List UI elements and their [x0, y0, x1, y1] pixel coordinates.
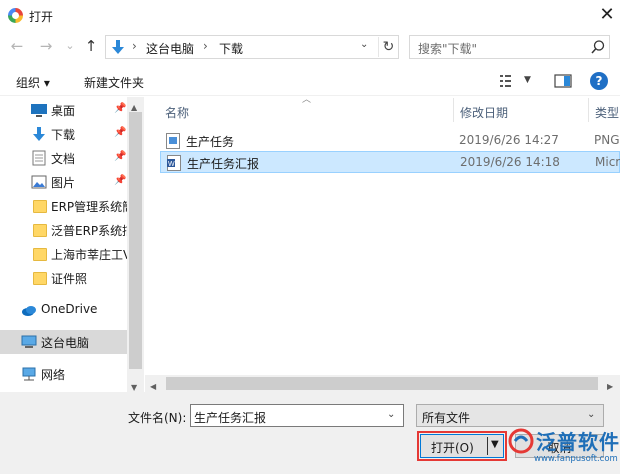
search-placeholder: 搜索"下载"	[418, 42, 478, 56]
sort-ascending-icon: ︿	[302, 95, 312, 105]
scroll-left-arrow[interactable]: ◀	[150, 378, 156, 392]
window-title: 打开	[29, 10, 54, 24]
watermark: 泛普软件 www.fanpusoft.com	[508, 424, 620, 470]
file-date: 2019/6/26 14:27	[459, 133, 559, 147]
file-name: 生产任务	[186, 135, 235, 149]
sidebar-item-label: 网络	[41, 368, 66, 382]
pin-icon: 📌	[114, 127, 127, 138]
column-header-date[interactable]: 修改日期	[460, 104, 508, 130]
sidebar-item-desktop[interactable]: 桌面 📌	[0, 98, 127, 122]
sidebar-item-network[interactable]: 网络	[0, 362, 117, 386]
pin-icon: 📌	[114, 103, 127, 114]
file-row-selected[interactable]: W 生产任务汇报 2019/6/26 14:18 Micr	[160, 151, 620, 173]
file-row[interactable]: 生产任务 2019/6/26 14:27 PNG	[160, 130, 620, 152]
column-divider[interactable]	[453, 98, 454, 122]
document-icon	[32, 150, 46, 166]
download-icon	[33, 127, 45, 141]
title-bar	[0, 0, 620, 32]
pin-icon: 📌	[114, 175, 127, 186]
filename-input[interactable]: 生产任务汇报 ⌄	[190, 404, 404, 427]
scroll-up-arrow[interactable]: ▲	[131, 99, 137, 113]
close-button[interactable]: ✕	[596, 4, 618, 26]
sidebar-item-folder-shanghai[interactable]: 上海市莘庄工V	[0, 242, 127, 266]
breadcrumb-this-pc[interactable]: 这台电脑	[146, 40, 194, 57]
sidebar-scroll-thumb[interactable]	[129, 112, 142, 369]
column-header-type[interactable]: 类型	[595, 104, 619, 130]
watermark-logo-icon	[508, 428, 534, 454]
forward-button[interactable]: →	[37, 36, 55, 56]
highlight-outline	[417, 431, 507, 461]
sidebar-item-folder-fanpu[interactable]: 泛普ERP系统描	[0, 218, 127, 242]
navigation-pane: 桌面 📌 下载 📌 文档 📌 图片 📌 ERP管理系统簡 泛普ERP系统描 上海…	[0, 97, 144, 392]
onedrive-icon	[22, 306, 36, 316]
folder-icon	[33, 248, 47, 261]
picture-icon	[31, 175, 47, 189]
organize-button[interactable]: 组织 ▾	[16, 74, 50, 91]
scroll-down-arrow[interactable]: ▼	[131, 379, 137, 393]
sidebar-item-pictures[interactable]: 图片 📌	[0, 170, 127, 194]
sidebar-item-documents[interactable]: 文档 📌	[0, 146, 127, 170]
sidebar-item-this-pc[interactable]: 这台电脑	[0, 330, 127, 354]
watermark-text: 泛普软件	[536, 430, 620, 454]
file-date: 2019/6/26 14:18	[460, 155, 560, 169]
back-button[interactable]: ←	[8, 36, 26, 56]
folder-icon	[33, 200, 47, 213]
search-icon[interactable]	[590, 39, 606, 55]
sidebar-item-label: 泛普ERP系统描	[51, 224, 127, 238]
view-options-icon[interactable]	[500, 74, 518, 88]
watermark-url: www.fanpusoft.com	[534, 454, 618, 464]
word-file-icon: W	[167, 155, 181, 171]
desktop-icon	[31, 104, 47, 117]
filename-value: 生产任务汇报	[194, 411, 267, 425]
sidebar-item-label: 证件照	[51, 272, 88, 286]
chevron-down-icon[interactable]: ⌄	[387, 409, 395, 420]
sidebar-item-label: OneDrive	[41, 302, 98, 316]
filetype-value: 所有文件	[422, 411, 471, 425]
horizontal-scroll-thumb[interactable]	[166, 377, 598, 390]
refresh-button[interactable]: ↻	[378, 37, 398, 57]
file-name: 生产任务汇报	[187, 157, 260, 171]
new-folder-button[interactable]: 新建文件夹	[84, 74, 144, 91]
sidebar-item-folder-erp[interactable]: ERP管理系统簡	[0, 194, 127, 218]
preview-pane-icon[interactable]	[554, 74, 572, 88]
file-type: PNG	[594, 133, 620, 147]
network-icon	[22, 367, 36, 381]
filename-label: 文件名(N):	[128, 411, 187, 425]
sidebar-item-folder-id-photos[interactable]: 证件照	[0, 266, 127, 290]
download-icon	[112, 40, 124, 54]
column-header-name[interactable]: 名称	[165, 104, 189, 130]
pin-icon: 📌	[114, 151, 127, 162]
address-dropdown-icon[interactable]: ⌄	[360, 39, 368, 50]
breadcrumb-downloads[interactable]: 下载	[219, 40, 243, 57]
address-bar[interactable]: › 这台电脑 › 下载 ⌄ ↻	[105, 35, 399, 59]
breadcrumb-separator: ›	[132, 39, 137, 53]
sidebar-item-downloads[interactable]: 下载 📌	[0, 122, 127, 146]
sidebar-item-label: ERP管理系统簡	[51, 200, 127, 214]
svg-text:W: W	[168, 161, 175, 168]
this-pc-icon	[21, 335, 37, 348]
breadcrumb-separator: ›	[203, 39, 208, 53]
folder-icon	[33, 272, 47, 285]
sidebar-item-onedrive[interactable]: OneDrive	[0, 298, 117, 322]
folder-icon	[33, 224, 47, 237]
file-type: Micr	[595, 155, 620, 169]
chevron-down-icon: ⌄	[587, 409, 596, 420]
view-dropdown-icon[interactable]: ▼	[524, 75, 531, 85]
scroll-right-arrow[interactable]: ▶	[607, 378, 613, 392]
column-divider[interactable]	[588, 98, 589, 122]
sidebar-item-label: 上海市莘庄工V	[51, 248, 127, 262]
help-icon[interactable]: ?	[590, 72, 608, 90]
app-icon	[8, 8, 23, 23]
sidebar-item-label: 这台电脑	[41, 336, 90, 350]
up-button[interactable]: ↑	[82, 36, 100, 56]
png-file-icon	[166, 133, 180, 149]
recent-locations-button[interactable]: ⌄	[61, 36, 79, 56]
search-input[interactable]: 搜索"下载"	[409, 35, 610, 59]
